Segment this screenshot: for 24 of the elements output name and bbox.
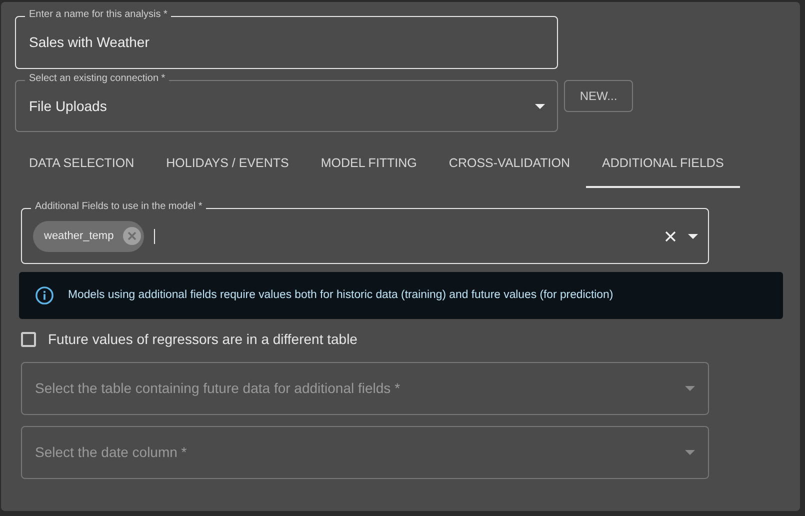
tab[interactable]: CROSS-VALIDATION xyxy=(432,140,586,188)
select-placeholder: Select the table containing future data for additional fields * xyxy=(35,379,400,398)
info-icon xyxy=(35,286,54,305)
tab[interactable]: MODEL FITTING xyxy=(304,140,433,188)
field-label: Enter a name for this analysis * xyxy=(25,9,172,21)
info-message: Models using additional fields require values both for historic data (training) and future values (for prediction) xyxy=(68,288,614,303)
field-label: Select an existing connection * xyxy=(25,73,170,85)
tab[interactable]: DATA SELECTION xyxy=(13,140,150,188)
checkbox[interactable] xyxy=(21,332,36,347)
text-cursor xyxy=(154,228,155,244)
tab[interactable]: HOLIDAYS / EVENTS xyxy=(150,140,305,188)
clear-icon[interactable] xyxy=(665,230,676,242)
dropdown-caret-icon[interactable] xyxy=(535,104,545,108)
select-field[interactable]: Select the table containing future data for additional fields * xyxy=(21,362,709,415)
field-chip[interactable]: weather_temp xyxy=(33,220,144,252)
checkbox-label: Future values of regressors are in a different table xyxy=(48,330,358,349)
select-field[interactable]: Select the date column * xyxy=(21,426,709,479)
select-value: File Uploads xyxy=(28,96,108,116)
dropdown-caret-icon[interactable] xyxy=(688,234,698,238)
select-placeholder: Select the date column * xyxy=(35,443,187,462)
tab[interactable]: ADDITIONAL FIELDS xyxy=(586,140,740,188)
field-value: Sales with Weather xyxy=(28,33,150,52)
new-button[interactable]: NEW... xyxy=(564,80,633,112)
chip-label: weather_temp xyxy=(44,228,114,244)
